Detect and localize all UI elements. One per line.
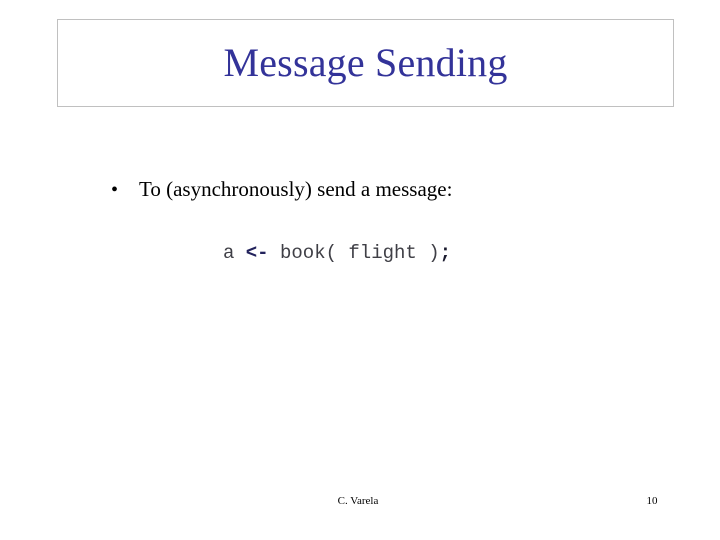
slide-canvas: Message Sending • To (asynchronously) se… — [0, 0, 720, 540]
slide-body: • To (asynchronously) send a message: a … — [57, 120, 674, 470]
title-placeholder: Message Sending — [57, 19, 674, 107]
list-item: • To (asynchronously) send a message: — [111, 177, 453, 201]
code-token-semicolon: ; — [439, 242, 452, 264]
slide-page-number: 10 — [646, 495, 658, 507]
footer-author-label: C. Varela — [337, 495, 379, 507]
code-snippet: a <- book( flight ); — [57, 244, 617, 263]
bullet-item-label: To (asynchronously) send a message: — [139, 177, 453, 201]
bullet-point-icon: • — [111, 179, 119, 201]
page-title: Message Sending — [223, 40, 508, 85]
code-token-receiver: a — [222, 242, 246, 264]
code-token-message: book( flight ) — [268, 242, 440, 264]
code-token-send-arrow: <- — [245, 242, 269, 264]
